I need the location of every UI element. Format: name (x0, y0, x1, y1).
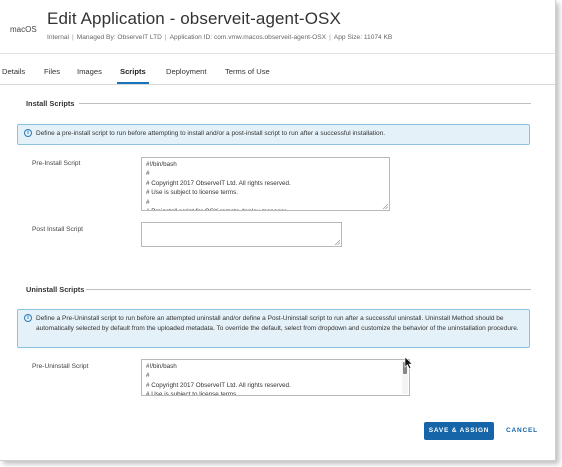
platform-label: macOS (10, 25, 37, 34)
uninstall-scripts-heading: Uninstall Scripts (26, 285, 85, 294)
pre-uninstall-script-content: #!/bin/bash # # Copyright 2017 ObserveIT L… (146, 362, 405, 396)
pre-uninstall-label: Pre-Uninstall Script (32, 363, 89, 370)
tab-images[interactable]: Images (77, 67, 102, 76)
app-type: Internal (47, 34, 69, 41)
mouse-pointer-icon (404, 357, 414, 369)
script-line: # Copyright 2017 ObserveIT Ltd. All righ… (146, 179, 291, 187)
tab-terms-of-use[interactable]: Terms of Use (225, 67, 270, 76)
script-line: # Copyright 2017 ObserveIT Ltd. All righ… (146, 381, 291, 389)
save-and-assign-button[interactable]: SAVE & ASSIGN (424, 422, 494, 440)
uninstall-info-box: i Define a Pre-Uninstall script to run b… (17, 309, 530, 348)
pre-install-script-textarea[interactable]: #!/bin/bash # # Copyright 2017 ObserveIT L… (141, 157, 390, 211)
pre-uninstall-script-textarea[interactable]: #!/bin/bash # # Copyright 2017 ObserveIT L… (141, 359, 410, 396)
app-meta: Internal | Managed By: ObserveIT LTD | Appli… (47, 34, 392, 41)
tab-details[interactable]: Details (2, 67, 25, 76)
uninstall-info-text: Define a Pre-Uninstall script to run bef… (36, 315, 519, 332)
cancel-button[interactable]: CANCEL (502, 422, 542, 440)
pre-install-script-content: #!/bin/bash # # Copyright 2017 ObserveIT L… (146, 160, 385, 210)
meta-separator: | (329, 34, 331, 41)
resize-handle-icon[interactable] (382, 203, 388, 209)
tab-files[interactable]: Files (44, 67, 60, 76)
tab-deployment[interactable]: Deployment (166, 67, 207, 76)
tab-bar: Details Files Images Scripts Deployment … (0, 63, 555, 85)
info-circle-icon: i (24, 314, 32, 322)
install-info-box: i Define a pre-install script to run bef… (17, 124, 530, 145)
script-line: # Use is subject to license terms. (146, 391, 239, 396)
script-line: # Use is subject to license terms. (146, 189, 239, 197)
info-circle-icon: i (24, 129, 32, 137)
script-line: # (146, 170, 150, 178)
application-id: Application ID: com.vmw.macos.observeit-… (169, 34, 327, 41)
header-divider (0, 53, 555, 54)
post-install-label: Post Install Script (32, 226, 83, 233)
pre-install-label: Pre-Install Script (32, 160, 81, 167)
post-install-script-textarea[interactable] (141, 222, 342, 247)
install-info-text: Define a pre-install script to run befor… (36, 130, 386, 137)
edit-application-window: macOS Edit Application - observeit-agent… (0, 0, 556, 461)
script-line: #!/bin/bash (146, 161, 177, 168)
script-line: # Preinstall script for OSX remote deplo… (146, 207, 385, 210)
section-divider (86, 289, 531, 290)
page-title: Edit Application - observeit-agent-OSX (47, 9, 341, 28)
app-size: App Size: 11074 KB (333, 34, 393, 41)
meta-separator: | (164, 34, 167, 41)
script-line: # (146, 198, 150, 206)
script-line: #!/bin/bash (146, 363, 177, 370)
resize-handle-icon[interactable] (334, 239, 340, 245)
script-line: # (146, 372, 150, 380)
meta-separator: | (72, 34, 74, 41)
active-tab-indicator (117, 82, 149, 84)
install-scripts-heading: Install Scripts (26, 99, 75, 108)
section-divider (79, 103, 531, 104)
tab-scripts[interactable]: Scripts (120, 67, 146, 76)
managed-by: Managed By: ObserveIT LTD (76, 34, 162, 41)
